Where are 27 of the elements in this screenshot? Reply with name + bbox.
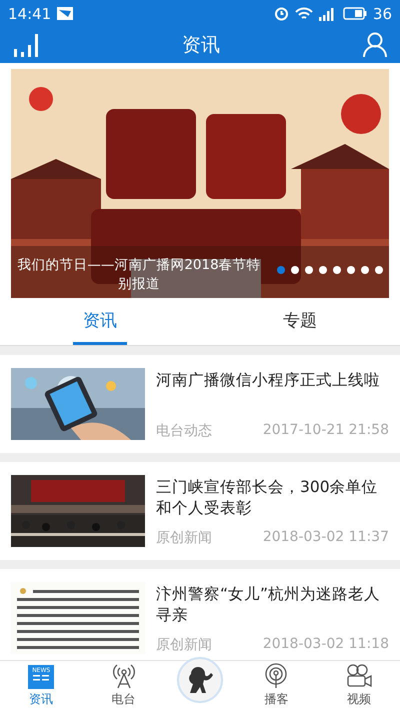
- nav-item[interactable]: 电台: [82, 661, 165, 711]
- radio-tower-icon: [112, 663, 136, 689]
- podcast-icon: [264, 663, 288, 689]
- nav-item[interactable]: 播客: [235, 661, 318, 711]
- alarm-icon: [274, 6, 289, 21]
- banner-caption: 我们的节日——河南广播网2018春节特别报道: [16, 256, 262, 294]
- article-title[interactable]: 汴州警察“女儿”杭州为迷路老人寻亲: [156, 584, 389, 626]
- center-button[interactable]: [177, 657, 224, 703]
- wifi-icon: [294, 6, 313, 20]
- user-icon[interactable]: [362, 32, 388, 58]
- tab[interactable]: 专题: [273, 298, 327, 344]
- bar-chart-icon[interactable]: [12, 32, 40, 58]
- header-title: 资讯: [181, 33, 221, 58]
- article-source: 原创新闻: [156, 636, 212, 654]
- article-time: 2018-03-02 11:18: [262, 636, 389, 654]
- article-time: 2017-10-21 21:58: [262, 422, 389, 440]
- article-time: 2018-03-02 11:37: [262, 529, 389, 547]
- article-source: 电台动态: [156, 422, 212, 440]
- battery-level: 36: [372, 4, 392, 22]
- article-title[interactable]: 三门峡宣传部长会，300余单位和个人受表彰: [156, 477, 389, 519]
- article-title[interactable]: 河南广播微信小程序正式上线啦: [156, 370, 389, 391]
- nav-item[interactable]: 视频: [318, 661, 400, 711]
- status-time: 14:41: [8, 4, 52, 22]
- image-icon: [57, 7, 74, 20]
- article-source: 原创新闻: [156, 529, 212, 547]
- video-camera-icon: [344, 663, 373, 689]
- battery-icon: [342, 7, 367, 20]
